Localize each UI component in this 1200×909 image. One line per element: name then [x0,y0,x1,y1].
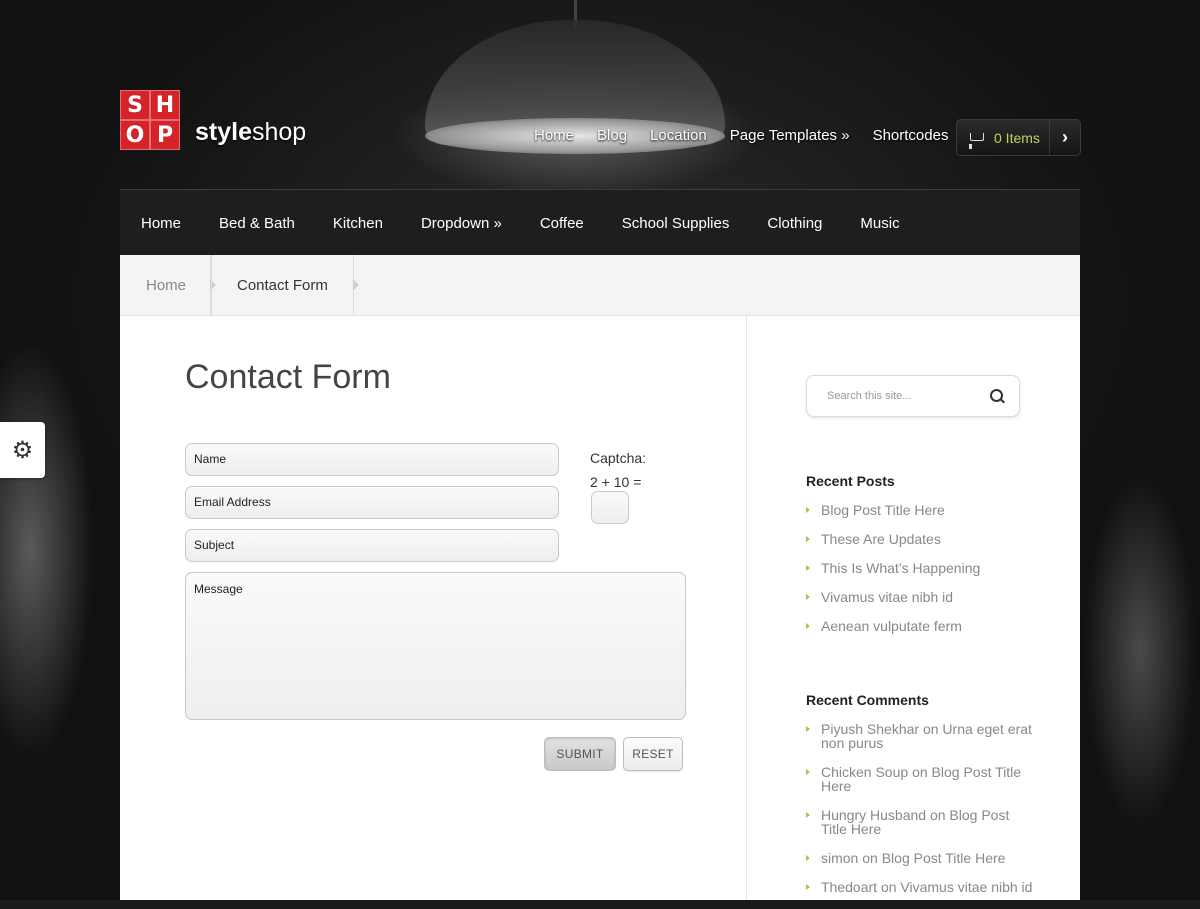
comment-on: on [922,721,939,737]
breadcrumb-current: Contact Form [211,255,353,315]
main-nav-school-supplies[interactable]: School Supplies [622,215,730,232]
recent-post-link[interactable]: These Are Updates [806,532,1036,546]
recent-comment: Chicken Soup on Blog Post Title Here [806,765,1036,793]
subject-field[interactable]: Subject [185,529,559,562]
recent-post-link[interactable]: Aenean vulputate ferm [806,619,1036,633]
comment-on: on [862,850,878,866]
recent-comment: Hungry Husband on Blog Post Title Here [806,808,1036,836]
recent-comment: Piyush Shekhar on Urna eget erat non pur… [806,722,1036,750]
main-nav-bed-bath[interactable]: Bed & Bath [219,215,295,232]
recent-post-link[interactable]: This Is What’s Happening [806,561,1036,575]
main-nav-coffee[interactable]: Coffee [540,215,584,232]
message-field[interactable]: Message [185,572,686,720]
logo-letter: O [120,120,150,150]
background-figure-right [1080,300,1200,900]
logo[interactable]: S H O P [120,90,180,150]
captcha-label: Captcha: 2 + 10 = [590,446,646,494]
page-title: Contact Form [185,358,391,396]
search-box[interactable]: Search this site... [806,375,1020,417]
main-nav-kitchen[interactable]: Kitchen [333,215,383,232]
cart-icon [969,132,985,146]
site-name[interactable]: styleshop [195,118,306,147]
top-nav: Home Blog Location Page Templates » Shor… [534,127,971,144]
background-figure-left [0,250,120,900]
cart-button[interactable]: 0 Items › [956,119,1081,156]
main-nav-clothing[interactable]: Clothing [767,215,822,232]
comment-on: on [929,807,946,823]
sidebar-divider [746,316,747,900]
breadcrumb-separator [352,255,359,315]
submit-button[interactable]: SUBMIT [544,737,616,771]
comment-author[interactable]: simon [821,850,858,866]
recent-comments-title: Recent Comments [806,692,929,708]
logo-letter: P [150,120,180,150]
recent-comment: simon on Blog Post Title Here [806,851,1036,865]
recent-posts-list: Blog Post Title Here These Are Updates T… [806,503,1036,648]
main-nav: Home Bed & Bath Kitchen Dropdown » Coffe… [120,189,1080,256]
gear-icon: ⚙ [11,436,34,464]
recent-comments-list: Piyush Shekhar on Urna eget erat non pur… [806,722,1036,909]
site-name-light: shop [251,118,307,146]
email-field[interactable]: Email Address [185,486,559,519]
logo-letter: H [150,90,180,120]
cart-count: 0 Items [994,129,1040,146]
comment-post-link[interactable]: Vivamus vitae nibh id [900,879,1032,895]
comment-post-link[interactable]: Blog Post Title Here [882,850,1006,866]
breadcrumb: Home Contact Form [120,255,1080,316]
recent-posts-title: Recent Posts [806,473,895,489]
settings-panel-toggle[interactable]: ⚙ [0,422,45,478]
captcha-input[interactable] [591,491,629,524]
recent-post-link[interactable]: Vivamus vitae nibh id [806,590,1036,604]
site-name-bold: style [195,118,252,146]
captcha-title: Captcha: [590,450,647,466]
comment-author[interactable]: Thedoart [821,879,877,895]
recent-comment: Thedoart on Vivamus vitae nibh id [806,880,1036,894]
name-field[interactable]: Name [185,443,559,476]
main-nav-music[interactable]: Music [860,215,899,232]
content-area: Contact Form Name Email Address Subject … [120,316,1080,900]
comment-on: on [880,879,897,895]
search-icon[interactable] [990,389,1003,402]
top-nav-home[interactable]: Home [534,127,574,144]
main-nav-home[interactable]: Home [141,215,181,232]
search-input[interactable]: Search this site... [827,390,911,402]
chevron-right-icon[interactable]: › [1049,120,1080,155]
top-nav-shortcodes[interactable]: Shortcodes [873,127,949,144]
logo-letter: S [120,90,150,120]
breadcrumb-home[interactable]: Home [120,255,210,315]
comment-on: on [912,764,928,780]
main-nav-dropdown[interactable]: Dropdown » [421,215,502,232]
top-nav-page-templates[interactable]: Page Templates » [730,127,850,144]
top-nav-blog[interactable]: Blog [597,127,627,144]
reset-button[interactable]: RESET [623,737,683,771]
top-nav-location[interactable]: Location [650,127,707,144]
recent-post-link[interactable]: Blog Post Title Here [806,503,1036,517]
